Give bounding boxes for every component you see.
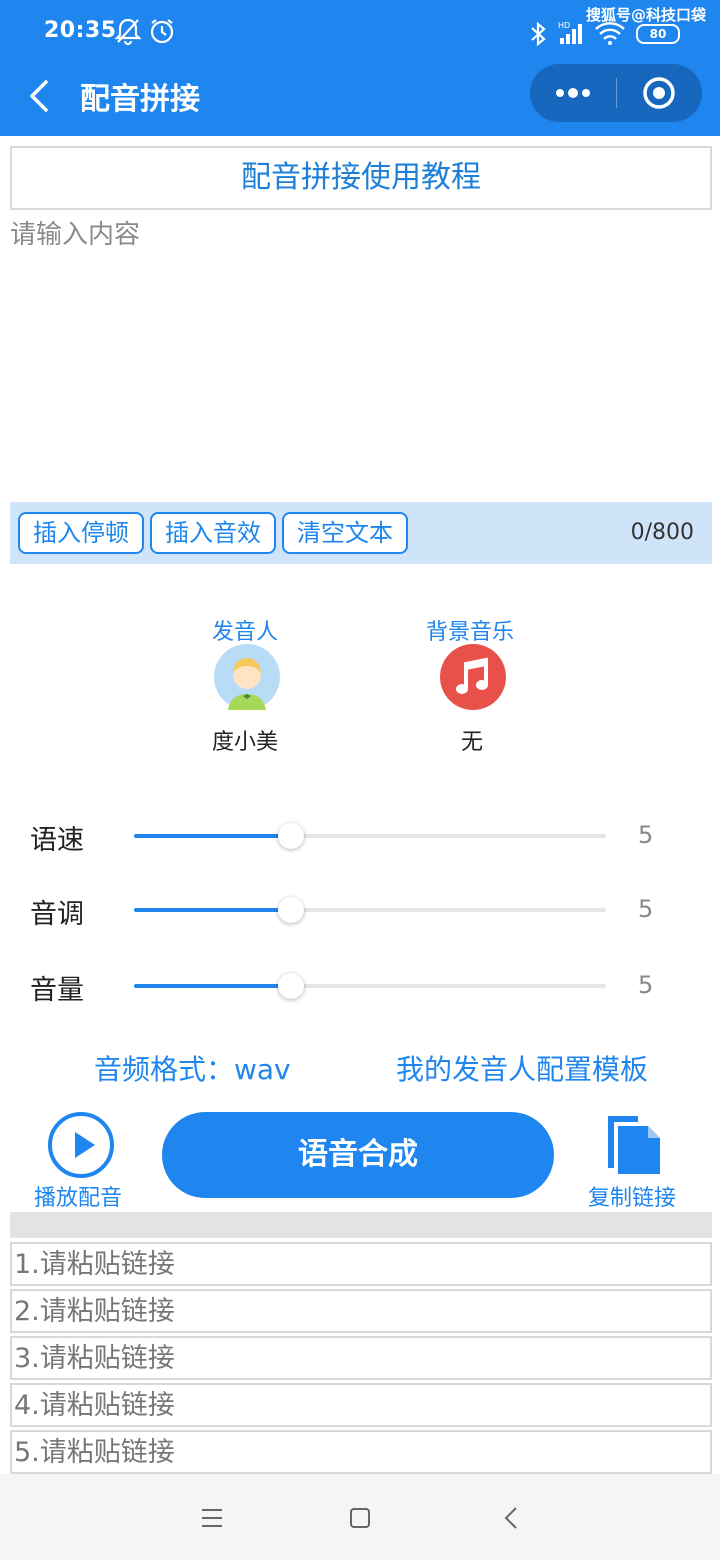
section-divider bbox=[10, 1212, 712, 1238]
slider-track-3[interactable] bbox=[134, 973, 606, 999]
network-label: HD bbox=[558, 21, 570, 30]
slider-value-2: 5 bbox=[638, 895, 654, 923]
home-square-icon bbox=[350, 1508, 370, 1528]
copy-icon bbox=[608, 1116, 660, 1174]
system-nav-bar bbox=[0, 1474, 720, 1560]
slider-thumb[interactable] bbox=[278, 823, 305, 849]
back-arrow-icon bbox=[504, 1507, 517, 1529]
target-circle-icon bbox=[643, 77, 675, 109]
play-icon bbox=[75, 1132, 95, 1158]
mute-bell-icon bbox=[114, 16, 142, 50]
audio-format-link[interactable]: 音频格式：wav bbox=[94, 1048, 291, 1088]
wifi-icon bbox=[594, 20, 626, 50]
insert-pause-button[interactable]: 插入停顿 bbox=[18, 512, 144, 554]
battery-indicator: 80 bbox=[636, 24, 680, 44]
more-dots-icon bbox=[556, 88, 590, 98]
slider-thumb[interactable] bbox=[278, 973, 305, 999]
back-nav-button[interactable] bbox=[494, 1500, 530, 1536]
insert-effect-button[interactable]: 插入音效 bbox=[150, 512, 276, 554]
copy-link-label[interactable]: 复制链接 bbox=[588, 1180, 676, 1212]
slider-fill bbox=[134, 984, 292, 988]
slider-label-2: 音调 bbox=[30, 899, 84, 930]
tutorial-button[interactable]: 配音拼接使用教程 bbox=[10, 146, 712, 210]
music-label: 背景音乐 bbox=[426, 620, 515, 645]
music-note-icon bbox=[440, 644, 506, 710]
home-nav-button[interactable] bbox=[342, 1500, 378, 1536]
signal-icon: HD bbox=[556, 20, 588, 50]
link-input-5[interactable] bbox=[10, 1430, 712, 1474]
play-label[interactable]: 播放配音 bbox=[34, 1180, 122, 1212]
link-input-1[interactable] bbox=[10, 1242, 712, 1286]
speaker-name: 度小美 bbox=[212, 730, 279, 755]
close-miniprogram-button[interactable] bbox=[616, 64, 702, 122]
synthesize-button[interactable]: 语音合成 bbox=[162, 1112, 554, 1198]
slider-value-1: 5 bbox=[638, 821, 654, 849]
link-input-4[interactable] bbox=[10, 1383, 712, 1427]
link-input-3[interactable] bbox=[10, 1336, 712, 1380]
slider-thumb[interactable] bbox=[278, 897, 305, 923]
link-input-2[interactable] bbox=[10, 1289, 712, 1333]
status-bar: 20:35 搜狐号@科技口袋 HD 80 bbox=[0, 0, 720, 64]
copy-link-button[interactable] bbox=[606, 1114, 662, 1176]
play-button[interactable] bbox=[48, 1112, 114, 1178]
page-title: 配音拼接 bbox=[80, 82, 200, 117]
slider-track-1[interactable] bbox=[134, 823, 606, 849]
music-selector[interactable] bbox=[440, 644, 506, 710]
more-button[interactable] bbox=[530, 64, 616, 122]
text-toolbar: 插入停顿 插入音效 清空文本 0/800 bbox=[10, 502, 712, 564]
template-link[interactable]: 我的发音人配置模板 bbox=[396, 1048, 648, 1088]
chevron-left-icon bbox=[30, 80, 48, 112]
music-value: 无 bbox=[461, 730, 484, 755]
alarm-icon bbox=[148, 16, 176, 50]
menu-nav-button[interactable] bbox=[194, 1500, 230, 1536]
slider-label-3: 音量 bbox=[30, 975, 84, 1006]
slider-fill bbox=[134, 834, 292, 838]
bluetooth-icon bbox=[528, 20, 548, 52]
slider-fill bbox=[134, 908, 292, 912]
back-button[interactable] bbox=[22, 76, 58, 116]
char-counter: 0/800 bbox=[630, 520, 694, 545]
miniprogram-capsule bbox=[530, 64, 702, 122]
speaker-label: 发音人 bbox=[212, 620, 279, 645]
content-input[interactable] bbox=[10, 214, 712, 500]
clear-text-button[interactable]: 清空文本 bbox=[282, 512, 408, 554]
speaker-avatar[interactable] bbox=[214, 644, 280, 710]
slider-track-2[interactable] bbox=[134, 897, 606, 923]
top-bar: 20:35 搜狐号@科技口袋 HD 80 配音拼接 bbox=[0, 0, 720, 136]
boy-avatar-icon bbox=[214, 644, 280, 710]
slider-label-1: 语速 bbox=[30, 825, 84, 856]
status-time: 20:35 bbox=[44, 18, 117, 43]
menu-lines-icon bbox=[202, 1509, 222, 1527]
slider-value-3: 5 bbox=[638, 971, 654, 999]
